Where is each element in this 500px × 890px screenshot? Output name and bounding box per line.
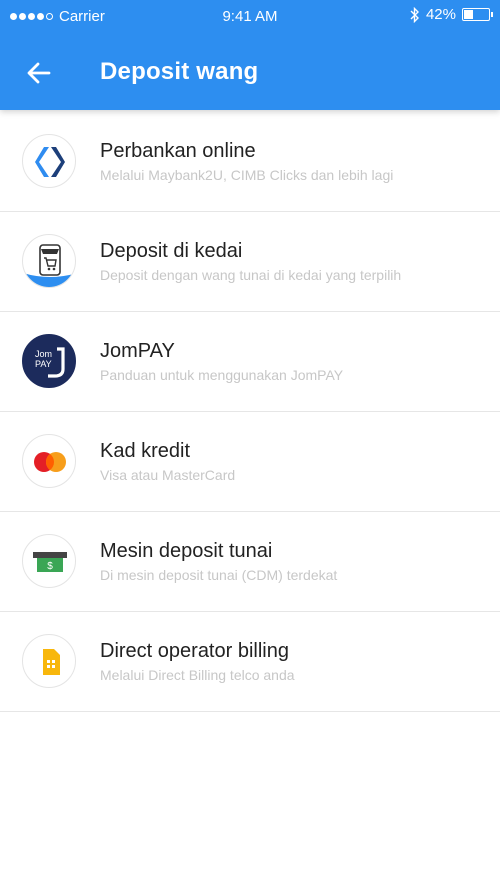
item-title: Mesin deposit tunai [100,540,273,562]
bluetooth-icon [410,6,419,23]
list-item-direct-billing[interactable]: Direct operator billing Melalui Direct B… [0,612,500,712]
back-button[interactable] [24,58,54,88]
jompay-logo-text-jom: Jom [35,349,52,359]
list-item-store-deposit[interactable]: Deposit di kedai Deposit dengan wang tun… [0,212,500,312]
sim-card-icon [22,634,76,688]
battery-percent: 42% [425,6,456,23]
deposit-method-list: Perbankan online Melalui Maybank2U, CIMB… [0,112,500,712]
svg-text:$: $ [47,561,53,572]
item-subtitle: Melalui Direct Billing telco anda [100,667,295,683]
list-item-jompay[interactable]: Jom PAY JomPAY Panduan untuk menggunakan… [0,312,500,412]
status-bar: Carrier 9:41 AM 42% [0,0,500,34]
item-subtitle: Di mesin deposit tunai (CDM) terdekat [100,567,338,583]
list-item-online-banking[interactable]: Perbankan online Melalui Maybank2U, CIMB… [0,112,500,212]
item-title: Direct operator billing [100,640,289,662]
list-item-cash-deposit-machine[interactable]: $ Mesin deposit tunai Di mesin deposit t… [0,512,500,612]
item-title: Perbankan online [100,140,256,162]
item-subtitle: Melalui Maybank2U, CIMB Clicks dan lebih… [100,167,394,183]
item-subtitle: Deposit dengan wang tunai di kedai yang … [100,267,402,283]
item-title: Deposit di kedai [100,240,243,262]
list-item-credit-card[interactable]: Kad kredit Visa atau MasterCard [0,412,500,512]
jompay-logo-text-pay: PAY [35,359,52,369]
item-subtitle: Visa atau MasterCard [100,467,236,483]
item-title: Kad kredit [100,440,191,462]
battery-icon [462,8,493,21]
item-subtitle: Panduan untuk menggunakan JomPAY [100,367,344,383]
jompay-logo: Jom PAY [22,334,76,388]
store-icon [22,234,76,288]
cash-machine-icon: $ [22,534,76,588]
credit-card-icon [22,434,76,488]
arrow-left-icon [27,62,51,84]
page-title: Deposit wang [100,58,259,85]
app-header: Carrier 9:41 AM 42% Deposit wang [0,0,500,110]
item-title: JomPAY [100,340,175,362]
online-banking-icon [22,134,76,188]
